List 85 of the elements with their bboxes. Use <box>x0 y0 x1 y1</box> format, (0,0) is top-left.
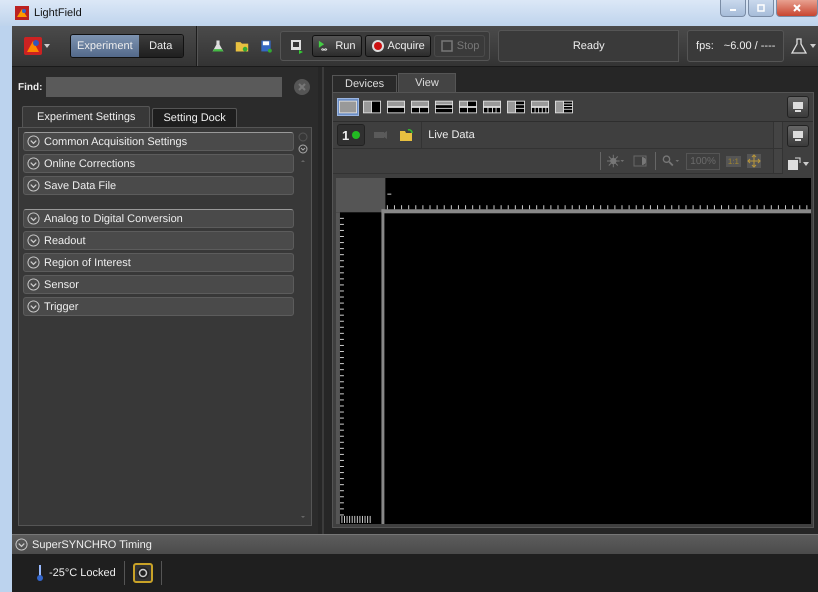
mode-tab[interactable]: Data <box>138 35 183 57</box>
temperature-status: -25°C Locked <box>49 567 116 579</box>
clear-icon[interactable] <box>294 79 310 95</box>
section-header[interactable]: Analog to Digital Conversion <box>23 209 294 228</box>
layout-button[interactable] <box>529 98 551 116</box>
chevron-icon <box>27 157 40 170</box>
chevron-icon <box>15 538 28 551</box>
layout-button[interactable] <box>385 98 407 116</box>
app-logo-icon <box>15 6 29 20</box>
shutter-button[interactable] <box>132 563 153 583</box>
layout-icon <box>363 100 381 114</box>
close-button[interactable] <box>776 0 818 17</box>
layout-button[interactable] <box>481 98 503 116</box>
monitor-icon <box>791 100 805 114</box>
window-title: LightField <box>34 7 82 19</box>
chevron-icon <box>27 135 40 148</box>
section-header[interactable]: Readout <box>23 231 294 250</box>
app-logo-icon <box>24 37 42 55</box>
flask-menu-button[interactable] <box>788 37 818 55</box>
view-tab[interactable]: View <box>398 73 456 92</box>
layout-button[interactable] <box>409 98 431 116</box>
collapsed-panel-header[interactable]: SuperSYNCHRO Timing <box>12 534 818 554</box>
layout-button[interactable] <box>433 98 455 116</box>
layout-icon <box>387 100 405 114</box>
folder-icon[interactable] <box>399 128 414 142</box>
chevron-icon <box>27 256 40 269</box>
layout-button[interactable] <box>505 98 527 116</box>
layout-icon <box>507 100 525 114</box>
monitor-button[interactable] <box>787 125 809 147</box>
acquire-button[interactable]: Acquire <box>364 35 431 57</box>
settings-tab[interactable]: Experiment Settings <box>22 106 150 127</box>
layout-icon <box>435 100 453 114</box>
export-icon <box>787 157 801 171</box>
caret-icon <box>810 44 816 48</box>
caret-icon <box>44 44 50 48</box>
maximize-icon <box>756 4 766 12</box>
chevron-icon <box>27 278 40 291</box>
section-header[interactable]: Trigger <box>23 297 294 316</box>
status-light-icon <box>352 131 360 139</box>
settings-tab[interactable]: Setting Dock <box>152 108 237 127</box>
layout-icon <box>531 100 549 114</box>
layout-icon <box>483 100 501 114</box>
stop-icon <box>440 39 454 53</box>
monitor-icon <box>791 129 805 143</box>
layout-button[interactable] <box>553 98 575 116</box>
chevron-icon <box>27 300 40 313</box>
thermometer-icon <box>36 564 44 582</box>
find-field[interactable] <box>46 77 282 97</box>
layout-icon <box>555 100 573 114</box>
axis-mark <box>386 194 392 195</box>
section-header[interactable]: Online Corrections <box>23 154 294 173</box>
layout-icon <box>339 100 357 114</box>
ruler-ticks <box>341 515 371 524</box>
app-menu-button[interactable] <box>22 37 52 55</box>
minimize-button[interactable] <box>720 0 746 17</box>
fps-label: fps: <box>696 40 714 52</box>
status-text: Ready <box>572 40 605 52</box>
section-header[interactable]: Sensor <box>23 275 294 294</box>
view-tab[interactable]: Devices <box>332 75 398 92</box>
lens-icon <box>136 566 150 580</box>
viewer-number-button[interactable]: 1 <box>337 124 366 146</box>
flask-icon <box>790 37 808 55</box>
panel-title: SuperSYNCHRO Timing <box>32 538 152 550</box>
chevron-icon <box>27 212 40 225</box>
caret-icon <box>803 162 809 166</box>
monitor-button[interactable] <box>787 96 809 118</box>
find-label: Find: <box>18 82 42 92</box>
fps-value: ~6.00 / ---- <box>724 40 776 52</box>
section-header[interactable]: Save Data File <box>23 176 294 195</box>
section-header[interactable]: Region of Interest <box>23 253 294 272</box>
layout-icon <box>411 100 429 114</box>
close-icon <box>792 4 802 12</box>
scrollbar[interactable] <box>297 132 309 521</box>
chevron-icon <box>27 234 40 247</box>
layout-button[interactable] <box>457 98 479 116</box>
run-button[interactable]: Run <box>312 35 362 57</box>
viewer-title: Live Data <box>421 122 475 148</box>
layout-icon <box>459 100 477 114</box>
mode-tab[interactable]: Experiment <box>71 35 139 57</box>
layout-button[interactable] <box>361 98 383 116</box>
maximize-button[interactable] <box>748 0 774 17</box>
record-icon <box>370 39 384 53</box>
chevron-icon <box>27 179 40 192</box>
fit-icon[interactable] <box>747 154 761 168</box>
section-header[interactable]: Common Acquisition Settings <box>23 132 294 151</box>
